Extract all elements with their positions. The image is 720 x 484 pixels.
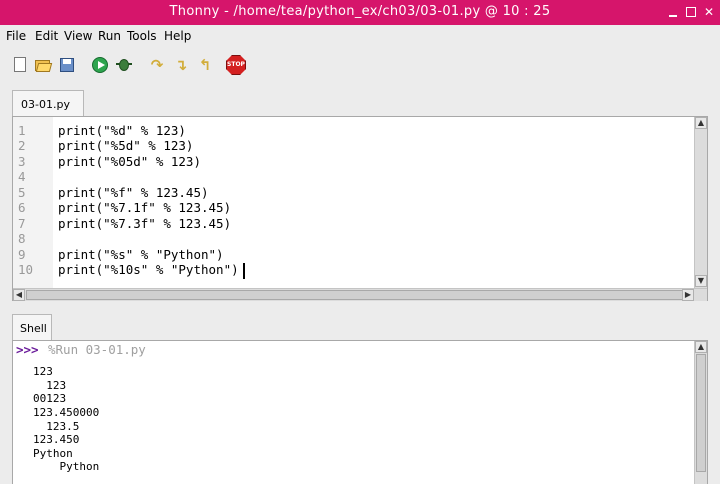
tab-editor-label: 03-01.py <box>21 98 70 111</box>
text-cursor <box>243 263 245 279</box>
scroll-up-icon[interactable]: ▲ <box>695 341 707 353</box>
new-file-icon[interactable] <box>11 56 29 74</box>
step-out-icon[interactable]: ↰ <box>196 56 214 74</box>
menu-view[interactable]: View <box>64 29 92 43</box>
line-number-gutter: 1 2 3 4 5 6 7 8 9 10 <box>13 117 53 288</box>
line-number: 6 <box>18 200 26 215</box>
shell-output-line: 00123 <box>33 392 67 405</box>
line-number: 1 <box>18 123 26 138</box>
save-file-icon[interactable] <box>58 56 76 74</box>
tab-editor-file[interactable]: 03-01.py <box>12 90 84 116</box>
line-number: 5 <box>18 185 26 200</box>
scroll-right-icon[interactable]: ▶ <box>682 289 694 301</box>
toolbar: ↷ ↴ ↰ STOP <box>0 50 720 82</box>
stop-icon[interactable]: STOP <box>226 55 246 75</box>
editor-horizontal-scrollbar[interactable]: ◀ ▶ <box>13 288 707 301</box>
shell-vertical-scrollbar[interactable]: ▲ <box>694 341 707 484</box>
shell-output-line: Python <box>33 447 73 460</box>
code-line: print("%7.3f" % 123.45) <box>58 216 232 231</box>
shell-output-line: 123 <box>33 379 67 392</box>
minimize-icon[interactable] <box>666 5 680 19</box>
menu-tools[interactable]: Tools <box>127 29 157 43</box>
line-number: 9 <box>18 247 26 262</box>
line-number: 3 <box>18 154 26 169</box>
maximize-icon[interactable] <box>684 5 698 19</box>
code-editor[interactable]: 1 2 3 4 5 6 7 8 9 10 print("%d" % 123) p… <box>12 116 708 301</box>
step-over-icon[interactable]: ↷ <box>148 56 166 74</box>
code-line: print("%d" % 123) <box>58 123 186 138</box>
code-line: print("%s" % "Python") <box>58 247 224 262</box>
line-number: 7 <box>18 216 26 231</box>
code-line: print("%10s" % "Python") <box>58 262 239 277</box>
tab-shell[interactable]: Shell <box>12 314 52 340</box>
window-title: Thonny - /home/tea/python_ex/ch03/03-01.… <box>169 4 551 19</box>
open-file-icon[interactable] <box>34 56 53 74</box>
shell-panel[interactable]: >>> %Run 03-01.py 123 123 00123 123.4500… <box>12 340 708 484</box>
scroll-thumb[interactable] <box>696 354 706 472</box>
shell-output-line: 123.450000 <box>33 406 100 419</box>
shell-output-line: Python <box>33 460 100 473</box>
code-line: print("%05d" % 123) <box>58 154 201 169</box>
scroll-down-icon[interactable]: ▼ <box>695 275 707 287</box>
thonny-window: Thonny - /home/tea/python_ex/ch03/03-01.… <box>0 0 720 484</box>
shell-output-line: 123 <box>33 365 53 378</box>
shell-output-line: 123.450 <box>33 433 80 446</box>
line-number: 8 <box>18 231 26 246</box>
scroll-up-icon[interactable]: ▲ <box>695 117 707 129</box>
scroll-thumb[interactable] <box>26 290 694 300</box>
shell-prompt: >>> <box>16 342 39 357</box>
menu-edit[interactable]: Edit <box>35 29 58 43</box>
line-number: 2 <box>18 138 26 153</box>
debug-icon[interactable] <box>115 56 133 74</box>
run-icon[interactable] <box>91 56 109 74</box>
code-line: print("%7.1f" % 123.45) <box>58 200 232 215</box>
tab-shell-label: Shell <box>20 322 47 335</box>
code-line: print("%5d" % 123) <box>58 138 194 153</box>
menu-run[interactable]: Run <box>98 29 121 43</box>
line-number: 4 <box>18 169 26 184</box>
step-into-icon[interactable]: ↴ <box>172 56 190 74</box>
scroll-left-icon[interactable]: ◀ <box>13 289 25 301</box>
menu-bar: File Edit View Run Tools Help <box>0 25 720 47</box>
menu-file[interactable]: File <box>6 29 26 43</box>
line-number: 10 <box>18 262 34 277</box>
code-line: print("%f" % 123.45) <box>58 185 209 200</box>
shell-output-line: 123.5 <box>33 420 80 433</box>
close-icon[interactable]: ✕ <box>702 5 716 19</box>
menu-help[interactable]: Help <box>164 29 191 43</box>
shell-run-command: %Run 03-01.py <box>48 342 146 357</box>
title-bar: Thonny - /home/tea/python_ex/ch03/03-01.… <box>0 0 720 25</box>
editor-vertical-scrollbar[interactable]: ▲ ▼ <box>694 117 707 288</box>
